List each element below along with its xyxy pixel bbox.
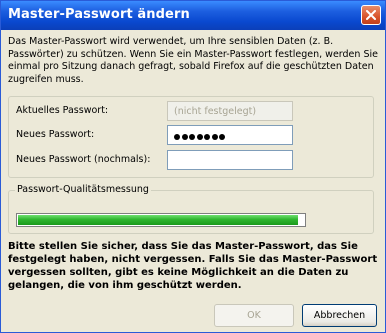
quality-meter-label: Passwort-Qualitätsmessung bbox=[15, 184, 151, 195]
intro-text: Das Master-Passwort wird verwendet, um I… bbox=[8, 36, 378, 85]
cancel-button[interactable]: Abbrechen bbox=[302, 304, 377, 327]
password-dot bbox=[181, 134, 188, 140]
password-dot bbox=[174, 134, 180, 140]
dialog-window: Master-Passwort ändern Das Master-Passwo… bbox=[0, 0, 386, 333]
password-fields-group: Aktuelles Passwort: (nicht festgelegt) N… bbox=[8, 96, 374, 178]
dialog-body: Das Master-Passwort wird verwendet, um I… bbox=[1, 30, 385, 332]
close-icon bbox=[366, 10, 376, 20]
password-dot bbox=[196, 134, 203, 140]
current-password-value: (nicht festgelegt) bbox=[174, 106, 257, 117]
password-dot bbox=[204, 134, 210, 140]
masked-password bbox=[174, 132, 227, 143]
password-dot bbox=[189, 134, 195, 140]
new-password-label: Neues Passwort: bbox=[16, 129, 95, 140]
password-dot bbox=[211, 134, 218, 140]
quality-meter bbox=[16, 213, 306, 227]
title-bar[interactable]: Master-Passwort ändern bbox=[1, 1, 385, 30]
close-button[interactable] bbox=[361, 5, 381, 25]
new-password-field[interactable] bbox=[167, 125, 293, 145]
current-password-field: (nicht festgelegt) bbox=[167, 101, 293, 121]
password-dot bbox=[219, 134, 225, 140]
confirm-password-label: Neues Passwort (nochmals): bbox=[16, 154, 151, 165]
ok-button[interactable]: OK bbox=[214, 304, 294, 327]
quality-meter-fill bbox=[18, 215, 299, 225]
confirm-password-field[interactable] bbox=[167, 150, 293, 170]
warning-text: Bitte stellen Sie sicher, dass Sie das M… bbox=[8, 241, 378, 291]
quality-meter-group: Passwort-Qualitätsmessung bbox=[8, 184, 374, 234]
window-title: Master-Passwort ändern bbox=[8, 7, 190, 22]
current-password-label: Aktuelles Passwort: bbox=[16, 105, 109, 116]
